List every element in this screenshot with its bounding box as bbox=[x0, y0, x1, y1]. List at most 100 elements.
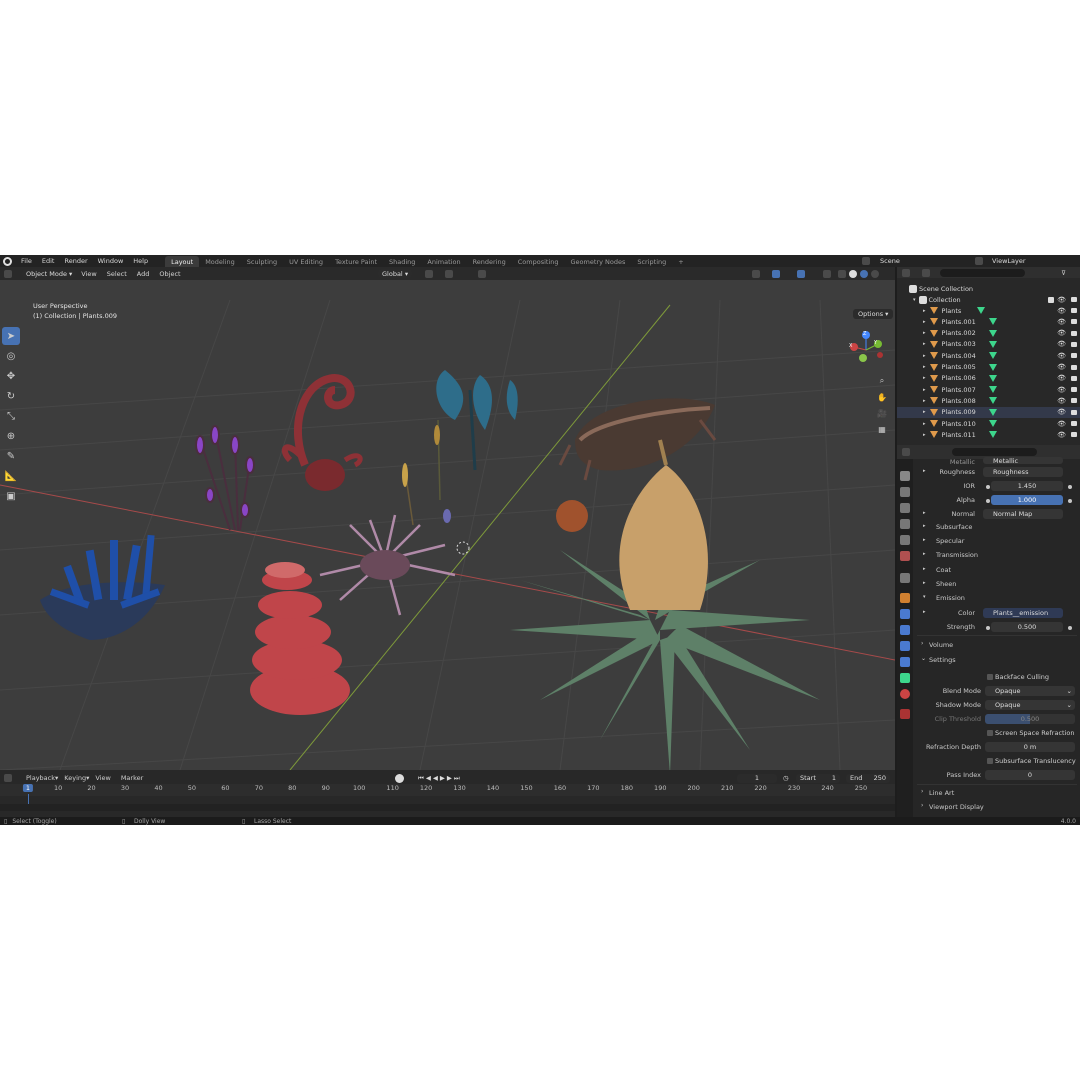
pan-hand-icon[interactable]: ✋ bbox=[875, 390, 889, 404]
camera-icon[interactable] bbox=[1071, 421, 1077, 426]
eye-icon[interactable]: 👁 bbox=[1057, 307, 1066, 315]
gizmo-toggle-icon[interactable] bbox=[772, 269, 780, 278]
collection-row[interactable]: ▾ Collection 👁 bbox=[897, 294, 1080, 305]
expand-triangle-icon[interactable]: ▸ bbox=[923, 398, 926, 404]
menu-file[interactable]: File bbox=[16, 257, 37, 265]
camera-icon[interactable] bbox=[1071, 297, 1077, 302]
visibility-icon[interactable] bbox=[752, 269, 760, 278]
workspace-tab-layout[interactable]: Layout bbox=[165, 255, 200, 267]
camera-icon[interactable] bbox=[1071, 409, 1077, 415]
camera-icon[interactable] bbox=[1071, 387, 1077, 393]
expand-triangle-icon[interactable]: ▸ bbox=[923, 364, 926, 370]
chevron-right-icon[interactable]: › bbox=[921, 640, 923, 647]
mesh-data-icon[interactable] bbox=[989, 397, 997, 405]
material-section-specular[interactable]: Specular bbox=[936, 537, 964, 545]
eye-icon[interactable]: 👁 bbox=[1057, 340, 1066, 348]
metallic-field[interactable]: Metallic bbox=[983, 457, 1063, 465]
timeline-editor-icon[interactable] bbox=[4, 774, 12, 782]
outliner-search-input[interactable] bbox=[940, 268, 1025, 277]
workspace-tab-uv-editing[interactable]: UV Editing bbox=[283, 256, 329, 267]
material-tab-icon[interactable] bbox=[900, 689, 910, 699]
eye-icon[interactable]: 👁 bbox=[1057, 329, 1066, 337]
expand-triangle-icon[interactable]: ▸ bbox=[923, 421, 926, 427]
end-frame-field[interactable]: End 250 bbox=[846, 773, 890, 783]
transform-tool-icon[interactable]: ⊕ bbox=[2, 427, 20, 445]
mesh-data-icon[interactable] bbox=[977, 307, 985, 314]
texture-tab-icon[interactable] bbox=[900, 709, 910, 719]
3d-viewport[interactable]: User Perspective (1) Collection | Plants… bbox=[0, 280, 895, 770]
modifier-tab-icon[interactable] bbox=[900, 609, 910, 619]
outliner-object-row[interactable]: ▸ Plants.004 👁 bbox=[897, 350, 1080, 361]
backface-culling-checkbox[interactable] bbox=[987, 674, 993, 680]
expand-triangle-icon[interactable]: ▸ bbox=[923, 523, 926, 529]
eye-icon[interactable]: 👁 bbox=[1057, 363, 1066, 371]
menu-add[interactable]: Add bbox=[132, 270, 155, 278]
mesh-data-icon[interactable] bbox=[989, 340, 997, 348]
workspace-tab-modeling[interactable]: Modeling bbox=[199, 256, 241, 267]
object-tab-icon[interactable] bbox=[900, 593, 910, 603]
scale-tool-icon[interactable]: ⤡ bbox=[2, 407, 20, 425]
shadow-mode-dropdown[interactable]: Opaque ⌄ bbox=[985, 700, 1075, 710]
measure-tool-icon[interactable]: 📐 bbox=[2, 467, 20, 485]
eye-icon[interactable]: 👁 bbox=[1057, 397, 1066, 405]
alpha-field[interactable]: 1.000 bbox=[991, 495, 1063, 505]
menu-playback[interactable]: Playback bbox=[26, 774, 55, 782]
camera-icon[interactable] bbox=[1071, 308, 1077, 313]
menu-timeline-view[interactable]: View bbox=[95, 774, 110, 782]
material-section-emission[interactable]: Emission bbox=[936, 594, 965, 602]
material-section-sheen[interactable]: Sheen bbox=[936, 580, 956, 588]
clock-icon[interactable]: ◷ bbox=[783, 774, 789, 782]
properties-search-input[interactable] bbox=[952, 448, 1037, 456]
menu-object[interactable]: Object bbox=[154, 270, 185, 278]
move-tool-icon[interactable]: ✥ bbox=[2, 367, 20, 385]
mode-selector[interactable]: Object Mode ▾ bbox=[22, 269, 77, 278]
outliner-object-row[interactable]: ▸ Plants.011 👁 bbox=[897, 429, 1080, 440]
expand-triangle-icon[interactable]: ▸ bbox=[923, 319, 926, 325]
data-tab-icon[interactable] bbox=[900, 673, 910, 683]
normal-field[interactable]: Normal Map bbox=[983, 509, 1063, 519]
camera-icon[interactable] bbox=[1071, 353, 1077, 359]
eye-icon[interactable]: 👁 bbox=[1057, 318, 1066, 326]
outliner-object-row[interactable]: ▸ Plants.008 👁 bbox=[897, 395, 1080, 406]
mesh-data-icon[interactable] bbox=[989, 318, 997, 326]
mesh-data-icon[interactable] bbox=[989, 374, 997, 382]
start-frame-field[interactable]: Start 1 bbox=[796, 773, 840, 783]
view-layer-field[interactable]: ViewLayer bbox=[992, 257, 1026, 265]
refraction-depth-field[interactable]: 0 m bbox=[985, 742, 1075, 752]
outliner-object-row[interactable]: ▸ Plants.010 👁 bbox=[897, 418, 1080, 429]
pass-index-field[interactable]: 0 bbox=[985, 770, 1075, 780]
pivot-point-icon[interactable] bbox=[425, 269, 433, 278]
mesh-data-icon[interactable] bbox=[989, 363, 997, 371]
camera-icon[interactable] bbox=[1071, 398, 1077, 404]
mesh-data-icon[interactable] bbox=[989, 329, 997, 337]
expand-triangle-icon[interactable]: ▸ bbox=[923, 537, 926, 543]
emission-color-field[interactable]: Plants__emission bbox=[983, 608, 1063, 618]
menu-help[interactable]: Help bbox=[128, 257, 153, 265]
camera-icon[interactable] bbox=[1071, 364, 1077, 370]
tool-tab-icon[interactable] bbox=[900, 471, 910, 481]
expand-triangle-icon[interactable]: ▸ bbox=[923, 432, 926, 438]
material-preview-icon[interactable] bbox=[860, 269, 868, 278]
material-section-coat[interactable]: Coat bbox=[936, 566, 951, 574]
menu-select[interactable]: Select bbox=[102, 270, 132, 278]
camera-icon[interactable] bbox=[1071, 432, 1077, 438]
outliner-object-row[interactable]: ▸ Plants.001 👁 bbox=[897, 316, 1080, 327]
expand-triangle-icon[interactable]: ▸ bbox=[923, 375, 926, 381]
record-icon[interactable] bbox=[395, 773, 404, 783]
zoom-icon[interactable]: ⌕ bbox=[875, 374, 889, 388]
overlay-toggle-icon[interactable] bbox=[797, 269, 805, 278]
collapse-triangle-icon[interactable]: ▾ bbox=[923, 594, 926, 600]
menu-view[interactable]: View bbox=[76, 270, 101, 278]
frame-ruler[interactable]: 1 10 20 30 40 50 60 70 80 90 100 110 120 130 140 150 160… bbox=[0, 784, 895, 808]
snap-icon[interactable] bbox=[445, 269, 453, 278]
mesh-data-icon[interactable] bbox=[989, 408, 997, 416]
expand-triangle-icon[interactable]: ▸ bbox=[923, 566, 926, 572]
viewport-scene[interactable] bbox=[0, 280, 895, 770]
keyframe-dot-icon[interactable] bbox=[1068, 499, 1072, 503]
transform-orientation-dropdown[interactable]: Global ▾ bbox=[378, 269, 413, 278]
blender-logo-icon[interactable] bbox=[3, 256, 12, 266]
blend-mode-dropdown[interactable]: Opaque ⌄ bbox=[985, 686, 1075, 696]
filter-icon[interactable]: ⊽ bbox=[1061, 269, 1066, 277]
output-tab-icon[interactable] bbox=[900, 503, 910, 513]
clip-threshold-slider[interactable]: 0.500 bbox=[985, 714, 1075, 724]
